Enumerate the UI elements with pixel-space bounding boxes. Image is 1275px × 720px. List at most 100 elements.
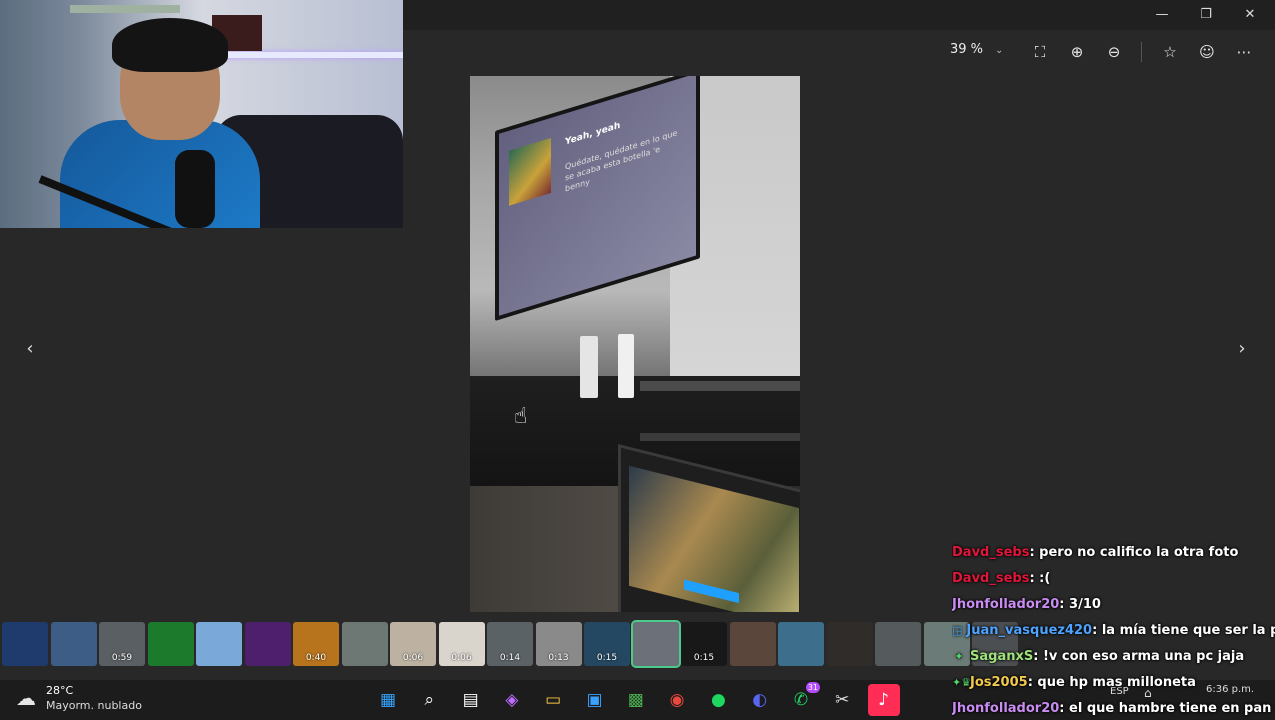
tv-song-title: Yeah, yeah bbox=[565, 120, 621, 148]
filmstrip: 0:59 0:40 0:06 0:06 0:14 0:13 0:15 0:15 0:03 bbox=[0, 620, 1018, 668]
chat-badge-icon: ✦♛ bbox=[952, 676, 972, 689]
filmstrip-thumbnail[interactable] bbox=[826, 622, 873, 666]
notification-badge: 31 bbox=[805, 682, 820, 693]
thumbnail-duration: 0:15 bbox=[596, 653, 618, 663]
webcam-person-hair bbox=[112, 18, 228, 72]
toolbar-divider bbox=[1141, 42, 1142, 62]
tv-screen: Yeah, yeah Quédate, quédate en lo que se… bbox=[499, 76, 696, 316]
emoji-icon[interactable]: ☺ bbox=[1193, 38, 1221, 66]
chat-text: : que hp mas milloneta bbox=[1027, 675, 1196, 690]
ms-store-icon[interactable]: ▣ bbox=[579, 684, 611, 716]
previous-photo-button[interactable]: ‹ bbox=[18, 338, 42, 359]
chat-username: Juan_vasquez420 bbox=[966, 623, 1093, 638]
thumbnail-duration: 0:59 bbox=[111, 653, 133, 663]
displayed-photo[interactable]: Yeah, yeah Quédate, quédate en lo que se… bbox=[470, 76, 800, 612]
chat-message: ✦♛ Jos2005: que hp mas milloneta bbox=[952, 670, 1275, 696]
file-explorer-icon[interactable]: ▭ bbox=[537, 684, 569, 716]
tiktok-icon[interactable]: ♪ bbox=[867, 684, 900, 716]
filmstrip-thumbnail[interactable] bbox=[875, 622, 921, 666]
album-cover bbox=[509, 137, 551, 206]
close-icon[interactable]: ✕ bbox=[1228, 0, 1272, 30]
chat-badge-icon: ◲ bbox=[952, 624, 963, 637]
zoom-level: 39 % bbox=[950, 42, 984, 57]
chat-username: Davd_sebs bbox=[952, 545, 1030, 560]
next-photo-button[interactable]: › bbox=[1230, 338, 1254, 359]
windows-start-icon[interactable]: ▦ bbox=[372, 684, 404, 716]
zoom-dropdown[interactable]: 39 % ⌄ bbox=[950, 42, 1003, 57]
minimize-icon[interactable]: — bbox=[1140, 0, 1184, 30]
restore-icon[interactable]: ❐ bbox=[1184, 0, 1228, 30]
filmstrip-thumbnail[interactable]: 0:40 bbox=[293, 622, 339, 666]
whatsapp-icon[interactable]: ✆ 31 bbox=[785, 682, 820, 716]
spotify-icon[interactable]: ● bbox=[702, 684, 734, 716]
chat-text: : :( bbox=[1029, 571, 1051, 586]
weather-temp[interactable]: 28°C bbox=[46, 684, 73, 697]
chat-badge-icon: ✦ bbox=[954, 650, 964, 663]
webcam-shelf bbox=[70, 5, 180, 13]
filmstrip-thumbnail[interactable] bbox=[147, 622, 194, 666]
more-icon[interactable]: ⋯ bbox=[1230, 38, 1258, 66]
filmstrip-thumbnail[interactable]: 0:15 bbox=[681, 622, 727, 666]
favorite-star-icon[interactable]: ☆ bbox=[1156, 38, 1184, 66]
capcut-icon[interactable]: ✂ bbox=[826, 684, 858, 716]
thumbnail-duration: 0:06 bbox=[402, 653, 424, 663]
chat-username: Jos2005 bbox=[970, 675, 1028, 690]
chat-username: SaganxS bbox=[970, 649, 1034, 664]
photo-bed-frame bbox=[640, 381, 800, 441]
chat-message: ✦ SaganxS: !v con eso arma una pc jaja bbox=[952, 644, 1275, 670]
filmstrip-thumbnail[interactable]: 0:15 bbox=[584, 622, 630, 666]
webcam-microphone bbox=[175, 150, 215, 228]
filmstrip-thumbnail[interactable]: 0:59 bbox=[99, 622, 145, 666]
discord-icon[interactable]: ◐ bbox=[744, 684, 776, 716]
copilot-icon[interactable]: ◈ bbox=[496, 684, 528, 716]
filmstrip-thumbnail[interactable]: 0:14 bbox=[487, 622, 533, 666]
chat-text: : !v con eso arma una pc jaja bbox=[1033, 649, 1245, 664]
filmstrip-thumbnail[interactable] bbox=[630, 620, 681, 668]
cloud-sun-icon[interactable]: ☁ bbox=[16, 686, 36, 710]
chrome-icon[interactable]: ◉ bbox=[661, 684, 693, 716]
chat-text: : la mía tiene que ser la peor bbox=[1092, 623, 1275, 638]
chat-text: : pero no califico la otra foto bbox=[1029, 545, 1239, 560]
chat-username: Davd_sebs bbox=[952, 571, 1030, 586]
laptop-screen bbox=[629, 465, 799, 612]
chat-text: : el que hambre tiene en pan piensa bbox=[1059, 701, 1275, 716]
thumbnail-duration: 0:15 bbox=[693, 653, 715, 663]
thumbnail-duration: 0:13 bbox=[548, 653, 569, 663]
laptop-button bbox=[684, 579, 739, 604]
filmstrip-thumbnail[interactable]: 0:06 bbox=[438, 622, 485, 666]
fit-window-icon[interactable]: ⛶ bbox=[1026, 38, 1054, 66]
filmstrip-thumbnail[interactable] bbox=[196, 622, 242, 666]
chat-message: Davd_sebs: :( bbox=[952, 566, 1275, 592]
filmstrip-thumbnail[interactable] bbox=[50, 622, 97, 666]
weather-desc[interactable]: Mayorm. nublado bbox=[46, 699, 142, 712]
thumbnail-duration: 0:40 bbox=[305, 653, 327, 663]
filmstrip-thumbnail[interactable] bbox=[341, 622, 388, 666]
filmstrip-thumbnail[interactable] bbox=[729, 622, 776, 666]
photo-console-2 bbox=[618, 334, 634, 398]
filmstrip-thumbnail[interactable] bbox=[2, 622, 48, 666]
thumbnail-duration: 0:06 bbox=[451, 653, 472, 663]
filmstrip-thumbnail[interactable]: 0:06 bbox=[390, 622, 436, 666]
chat-username: Jhonfollador20 bbox=[952, 597, 1060, 612]
task-view-icon[interactable]: ▤ bbox=[455, 684, 487, 716]
webcam-led-shelf bbox=[200, 52, 403, 58]
photo-console bbox=[580, 336, 598, 398]
chat-message: Jhonfollador20: 3/10 bbox=[952, 592, 1275, 618]
filmstrip-thumbnail[interactable] bbox=[244, 622, 291, 666]
chat-text: : 3/10 bbox=[1059, 597, 1101, 612]
hand-cursor-icon: ☝ bbox=[514, 404, 528, 429]
zoom-out-icon[interactable]: ⊖ bbox=[1100, 38, 1128, 66]
chat-message: Davd_sebs: pero no califico la otra foto bbox=[952, 540, 1275, 566]
thumbnail-duration: 0:14 bbox=[499, 653, 521, 663]
filmstrip-thumbnail[interactable]: 0:13 bbox=[535, 622, 582, 666]
chat-message: ◲ Juan_vasquez420: la mía tiene que ser l… bbox=[952, 618, 1275, 644]
chat-message: Jhonfollador20: el que hambre tiene en p… bbox=[952, 696, 1275, 720]
zoom-in-icon[interactable]: ⊕ bbox=[1063, 38, 1091, 66]
stream-chat-overlay: Davd_sebs: pero no califico la otra foto… bbox=[952, 540, 1275, 720]
filmstrip-thumbnail[interactable] bbox=[778, 622, 824, 666]
chat-username: Jhonfollador20 bbox=[952, 701, 1060, 716]
chevron-down-icon: ⌄ bbox=[995, 45, 1004, 56]
search-icon[interactable]: ⌕ bbox=[413, 684, 445, 716]
minecraft-icon[interactable]: ▩ bbox=[620, 684, 652, 716]
webcam-overlay bbox=[0, 0, 403, 228]
